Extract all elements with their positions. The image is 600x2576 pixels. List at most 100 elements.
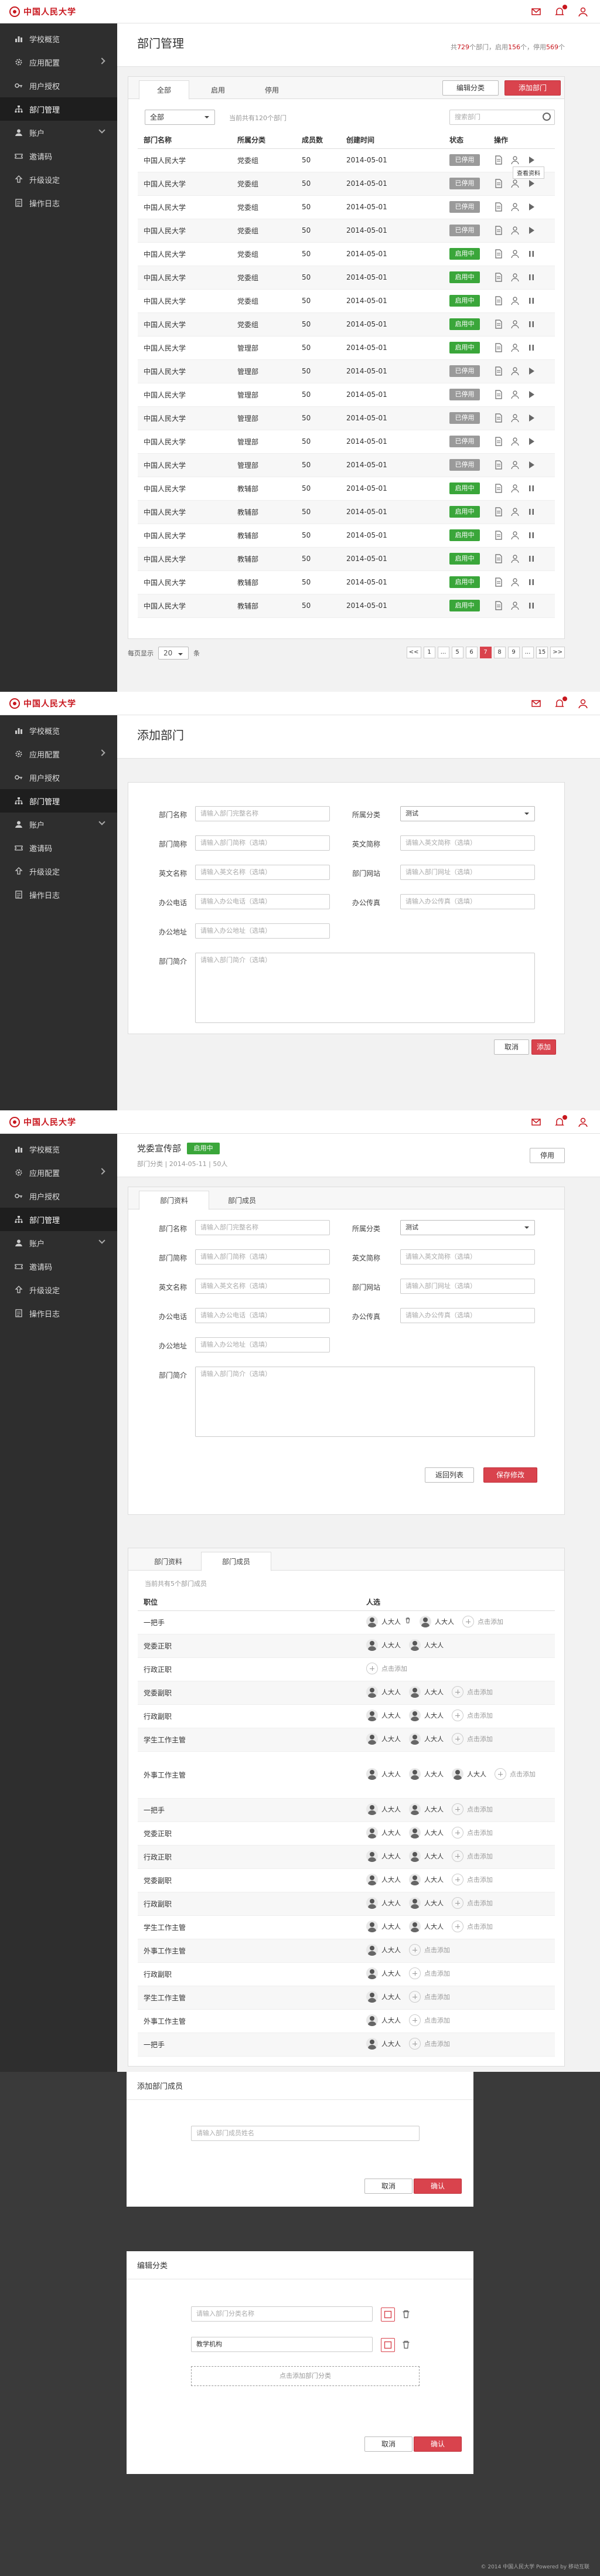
view-doc-icon[interactable] xyxy=(494,273,503,282)
members-icon[interactable] xyxy=(510,390,520,399)
sidebar-item-3[interactable]: 部门管理 xyxy=(0,97,117,121)
members-icon[interactable] xyxy=(510,320,520,329)
name-input[interactable]: 请输入部门完整名称 xyxy=(195,806,330,821)
member-chip[interactable]: 人大人 xyxy=(452,1768,486,1780)
add-member-button[interactable]: 点击添加 xyxy=(452,1920,493,1932)
tab-enabled[interactable]: 启用 xyxy=(193,80,243,100)
page-button[interactable]: 9 xyxy=(507,647,520,658)
category-select[interactable]: 测试 xyxy=(400,806,535,821)
edit-category-button[interactable]: 编辑分类 xyxy=(442,80,499,96)
table-row[interactable]: 中国人民大学 教辅部 50 2014-05-01 启用中 xyxy=(138,524,555,548)
fax-input[interactable]: 请输入办公传真（选填） xyxy=(400,1308,535,1323)
cancel-button[interactable]: 取消 xyxy=(364,2179,412,2194)
table-row[interactable]: 中国人民大学 管理部 50 2014-05-01 启用中 xyxy=(138,336,555,360)
page-button[interactable]: 1 xyxy=(423,647,435,658)
view-doc-icon[interactable] xyxy=(494,484,503,493)
category-select[interactable]: 测试 xyxy=(400,1220,535,1235)
pause-icon[interactable] xyxy=(527,343,536,352)
disable-button[interactable]: 停用 xyxy=(530,1148,565,1163)
page-button[interactable]: >> xyxy=(550,647,565,658)
play-icon[interactable] xyxy=(527,460,536,470)
sidebar-item-0[interactable]: 学校概览 xyxy=(0,719,117,742)
members-icon[interactable] xyxy=(510,202,520,212)
website-input[interactable]: 请输入部门网址（选填） xyxy=(400,865,535,880)
member-chip[interactable]: 人大人 xyxy=(409,1639,444,1651)
sidebar-item-4[interactable]: 账户 xyxy=(0,813,117,836)
save-changes-button[interactable]: 保存修改 xyxy=(483,1467,537,1483)
sidebar-item-7[interactable]: 操作日志 xyxy=(0,883,117,906)
table-row[interactable]: 中国人民大学 管理部 50 2014-05-01 已停用 xyxy=(138,383,555,407)
col-members[interactable]: 成员数 xyxy=(296,132,340,149)
confirm-button[interactable]: 确认 xyxy=(414,2179,462,2194)
play-icon[interactable] xyxy=(527,155,536,165)
member-chip[interactable]: 人大人 xyxy=(366,1826,401,1838)
members-icon[interactable] xyxy=(510,507,520,516)
member-chip[interactable]: 人大人 xyxy=(409,1873,444,1885)
pause-icon[interactable] xyxy=(527,577,536,587)
member-chip[interactable]: 人大人 xyxy=(366,1850,401,1862)
member-chip[interactable]: 人大人 xyxy=(366,1639,401,1651)
view-doc-icon[interactable] xyxy=(494,296,503,305)
table-row[interactable]: 中国人民大学 党委组 50 2014-05-01 已停用 xyxy=(138,148,555,172)
tab-info[interactable]: 部门资料 xyxy=(139,1552,197,1571)
page-button[interactable]: 7 xyxy=(479,647,492,658)
add-member-button[interactable]: 点击添加 xyxy=(409,1943,450,1956)
intro-textarea[interactable]: 请输入部门简介（选填） xyxy=(195,953,535,1023)
notification-icon[interactable] xyxy=(554,5,567,17)
members-icon[interactable] xyxy=(510,413,520,423)
play-icon[interactable] xyxy=(527,390,536,399)
view-doc-icon[interactable] xyxy=(494,413,503,423)
member-name-input[interactable]: 请输入部门成员姓名 xyxy=(191,2126,420,2141)
member-chip[interactable]: 人大人 xyxy=(409,1850,444,1862)
sidebar-item-7[interactable]: 操作日志 xyxy=(0,1301,117,1325)
view-doc-icon[interactable] xyxy=(494,601,503,610)
sidebar-item-6[interactable]: 升级设定 xyxy=(0,859,117,883)
members-icon[interactable] xyxy=(510,343,520,352)
table-row[interactable]: 中国人民大学 党委组 50 2014-05-01 启用中 xyxy=(138,242,555,266)
member-chip[interactable]: 人大人 xyxy=(366,1768,401,1780)
sidebar-item-6[interactable]: 升级设定 xyxy=(0,168,117,191)
pause-icon[interactable] xyxy=(527,484,536,493)
member-chip[interactable]: 人大人 xyxy=(409,1732,444,1745)
view-doc-icon[interactable] xyxy=(494,437,503,446)
brand-logo[interactable]: 中国人民大学 xyxy=(9,6,76,18)
sidebar-item-7[interactable]: 操作日志 xyxy=(0,191,117,215)
brand-logo[interactable]: 中国人民大学 xyxy=(9,1116,76,1128)
pause-icon[interactable] xyxy=(527,249,536,259)
fax-input[interactable]: 请输入办公传真（选填） xyxy=(400,894,535,909)
member-chip[interactable]: 人大人 xyxy=(366,1897,401,1909)
table-row[interactable]: 中国人民大学 党委组 50 2014-05-01 已停用 xyxy=(138,219,555,243)
sidebar-item-0[interactable]: 学校概览 xyxy=(0,27,117,50)
add-member-button[interactable]: 点击添加 xyxy=(452,1803,493,1815)
table-row[interactable]: 中国人民大学 党委组 50 2014-05-01 启用中 xyxy=(138,312,555,337)
member-chip[interactable]: 人大人 xyxy=(366,1803,401,1815)
add-member-button[interactable]: 点击添加 xyxy=(409,1967,450,1979)
members-icon[interactable] xyxy=(510,155,520,165)
short-name-input[interactable]: 请输入部门简称（选填） xyxy=(195,1249,330,1265)
english-name-input[interactable]: 请输入英文名称（选填） xyxy=(195,865,330,880)
cancel-button[interactable]: 取消 xyxy=(364,2436,412,2452)
english-short-input[interactable]: 请输入英文简称（选填） xyxy=(400,1249,535,1265)
add-member-button[interactable]: 点击添加 xyxy=(452,1873,493,1885)
page-button[interactable]: 5 xyxy=(451,647,463,658)
table-row[interactable]: 中国人民大学 教辅部 50 2014-05-01 启用中 xyxy=(138,570,555,594)
add-member-button[interactable]: 点击添加 xyxy=(452,1897,493,1909)
english-name-input[interactable]: 请输入英文名称（选填） xyxy=(195,1279,330,1294)
view-doc-icon[interactable] xyxy=(494,155,503,165)
add-member-button[interactable]: 点击添加 xyxy=(409,2037,450,2050)
table-row[interactable]: 中国人民大学 党委组 50 2014-05-01 启用中 xyxy=(138,289,555,313)
sidebar-item-1[interactable]: 应用配置 xyxy=(0,1161,117,1184)
tab-all[interactable]: 全部 xyxy=(139,80,189,100)
phone-input[interactable]: 请输入办公电话（选填） xyxy=(195,894,330,909)
view-doc-icon[interactable] xyxy=(494,320,503,329)
intro-textarea[interactable]: 请输入部门简介（选填） xyxy=(195,1367,535,1437)
short-name-input[interactable]: 请输入部门简称（选填） xyxy=(195,835,330,851)
add-member-button[interactable]: 点击添加 xyxy=(452,1826,493,1838)
members-icon[interactable] xyxy=(510,226,520,235)
user-avatar-icon[interactable] xyxy=(578,698,588,709)
english-short-input[interactable]: 请输入英文简称（选填） xyxy=(400,835,535,851)
play-icon[interactable] xyxy=(527,413,536,423)
pause-icon[interactable] xyxy=(527,507,536,516)
members-icon[interactable] xyxy=(510,554,520,563)
pause-icon[interactable] xyxy=(527,296,536,305)
